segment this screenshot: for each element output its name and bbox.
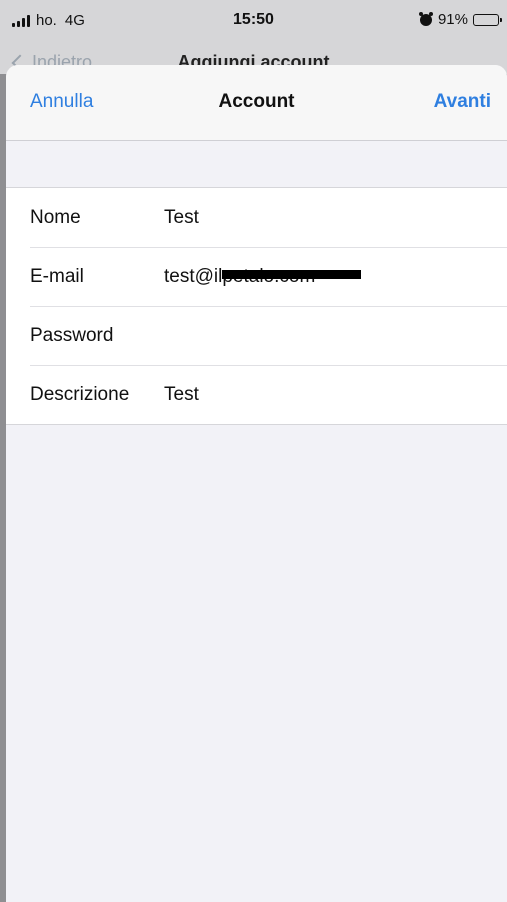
password-input[interactable] <box>164 320 507 351</box>
sheet-nav-bar: Annulla Account Avanti <box>6 65 507 141</box>
name-input[interactable] <box>164 202 507 233</box>
description-label: Descrizione <box>30 383 130 405</box>
name-label: Nome <box>30 206 81 228</box>
account-form: Nome E-mail Password Descrizione <box>6 187 507 425</box>
battery-percent: 91% <box>437 11 468 28</box>
battery-icon <box>473 13 502 26</box>
next-button[interactable]: Avanti <box>434 91 491 113</box>
status-bar: ho. 4G 15:50 91% <box>0 0 507 44</box>
form-row-email[interactable]: E-mail <box>6 247 507 306</box>
form-row-name[interactable]: Nome <box>6 188 507 247</box>
password-label: Password <box>30 324 114 346</box>
form-row-description[interactable]: Descrizione <box>6 365 507 424</box>
account-sheet: Annulla Account Avanti Nome E-mail Passw… <box>6 65 507 902</box>
status-right: 91% <box>418 11 502 28</box>
alarm-icon <box>418 11 433 26</box>
redaction-bar <box>222 270 361 279</box>
sheet-title: Account <box>218 91 295 112</box>
form-row-password[interactable]: Password <box>6 306 507 365</box>
email-label: E-mail <box>30 265 84 287</box>
description-input[interactable] <box>164 379 507 410</box>
